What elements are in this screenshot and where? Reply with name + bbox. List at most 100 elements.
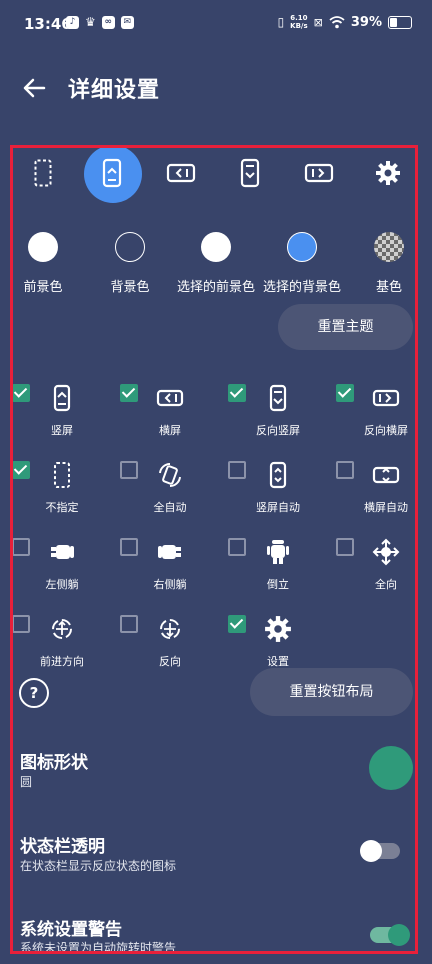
checkbox[interactable] (120, 384, 138, 402)
option-reverse-portrait[interactable]: 反向竖屏 (228, 378, 336, 438)
reset-theme-button[interactable]: 重置主题 (278, 304, 413, 350)
sim-icon: ⊠ (313, 15, 323, 29)
icon-shape-preview[interactable] (369, 746, 413, 790)
toggle-knob (360, 840, 382, 862)
option-forward-direction[interactable]: 前进方向 (12, 609, 120, 669)
checkbox[interactable] (12, 384, 30, 402)
orientation-tabs (0, 145, 432, 203)
reverse-landscape-icon (304, 163, 334, 183)
checkbox[interactable] (228, 384, 246, 402)
toggle-knob (388, 924, 410, 946)
landscape-icon (166, 163, 196, 183)
portrait-icon (102, 158, 122, 188)
tab-reverse-portrait[interactable] (222, 148, 278, 198)
page-title: 详细设置 (68, 78, 161, 103)
base-color-label: 基色 (375, 280, 403, 295)
option-omni[interactable]: 全向 (336, 532, 432, 592)
vibrate-icon: ▯ (277, 15, 285, 29)
option-reverse-landscape[interactable]: 反向横屏 (336, 378, 432, 438)
reverse-portrait-icon (240, 158, 260, 188)
battery-percent: 39% (350, 14, 382, 30)
checkbox[interactable] (12, 461, 30, 479)
selected-background-label: 选择的背景色 (262, 280, 342, 295)
statusbar-transparent-title: 状态栏透明 (20, 837, 105, 857)
gear-icon (376, 161, 400, 185)
selected-foreground-label: 选择的前景色 (176, 280, 256, 295)
system-warning-toggle[interactable] (370, 924, 410, 946)
tiktok-icon: ♪ (66, 16, 79, 29)
option-unspecified[interactable]: 不指定 (12, 455, 120, 515)
reset-layout-button[interactable]: 重置按钮布局 (250, 668, 413, 716)
base-color-swatch[interactable] (374, 232, 404, 262)
checkbox[interactable] (120, 615, 138, 633)
checkbox[interactable] (12, 538, 30, 556)
checkbox[interactable] (12, 615, 30, 633)
checkbox[interactable] (336, 461, 354, 479)
back-arrow-icon[interactable] (20, 74, 48, 102)
background-color-label: 背景色 (110, 280, 150, 295)
background-color-swatch[interactable] (115, 232, 145, 262)
app-bar: 详细设置 (0, 60, 432, 116)
option-lie-right[interactable]: 右侧躺 (120, 532, 228, 592)
checkbox[interactable] (120, 461, 138, 479)
system-warning-subtitle: 系统未设置为自动旋转时警告 (20, 941, 177, 955)
reverse-direction-icon (160, 619, 180, 639)
lie-left-icon (51, 545, 74, 559)
help-icon[interactable]: ? (19, 678, 49, 708)
checkbox[interactable] (120, 538, 138, 556)
unspecified-icon (54, 462, 70, 488)
option-landscape[interactable]: 横屏 (120, 378, 228, 438)
statusbar-transparent-subtitle: 在状态栏显示反应状态的图标 (20, 859, 177, 873)
option-full-auto[interactable]: 全自动 (120, 455, 228, 515)
gear-icon (265, 616, 291, 642)
option-reverse-direction[interactable]: 反向 (120, 609, 228, 669)
wifi-icon (329, 15, 345, 28)
headstand-icon (267, 540, 289, 564)
clock: 13:46 (24, 15, 72, 33)
selected-background-swatch[interactable] (287, 232, 317, 262)
app-icon: ∞ (101, 16, 115, 29)
portrait-auto-icon (269, 461, 287, 489)
system-icons: ▯ 6.10 KB/s ⊠ 39% (278, 14, 412, 30)
tab-landscape[interactable] (153, 148, 209, 198)
portrait-icon (53, 384, 71, 412)
tab-settings[interactable] (360, 148, 416, 198)
foreground-color-swatch[interactable] (28, 232, 58, 262)
full-auto-icon (159, 462, 181, 488)
tab-reverse-landscape[interactable] (291, 148, 347, 198)
color-settings: 前景色 背景色 选择的前景色 选择的背景色 基色 (0, 232, 432, 295)
landscape-auto-icon (372, 466, 400, 484)
checkbox[interactable] (228, 615, 246, 633)
omni-icon (372, 538, 400, 566)
checkbox[interactable] (336, 538, 354, 556)
selected-foreground-swatch[interactable] (201, 232, 231, 262)
option-landscape-auto[interactable]: 横屏自动 (336, 455, 432, 515)
checkbox[interactable] (228, 461, 246, 479)
option-lie-left[interactable]: 左侧躺 (12, 532, 120, 592)
icon-shape-title: 图标形状 (20, 753, 88, 773)
reverse-portrait-icon (269, 384, 287, 412)
checkbox[interactable] (336, 384, 354, 402)
unspecified-icon (34, 159, 52, 187)
crown-icon: ♛ (85, 15, 96, 29)
status-bar: 13:46 ♪ ♛ ∞ ✉ ▯ 6.10 KB/s ⊠ 39% (0, 0, 432, 52)
notification-icons: ♪ ♛ ∞ ✉ (66, 16, 134, 29)
landscape-icon (156, 389, 184, 407)
icon-shape-value: 圆 (20, 775, 33, 789)
forward-direction-icon (52, 619, 72, 639)
battery-icon (388, 15, 412, 29)
option-portrait[interactable]: 竖屏 (12, 378, 120, 438)
statusbar-transparent-toggle[interactable] (360, 840, 400, 862)
message-icon: ✉ (120, 16, 134, 29)
tab-unspecified[interactable] (15, 148, 71, 198)
option-settings[interactable]: 设置 (228, 609, 336, 669)
reverse-landscape-icon (372, 389, 400, 407)
option-headstand[interactable]: 倒立 (228, 532, 336, 592)
option-portrait-auto[interactable]: 竖屏自动 (228, 455, 336, 515)
net-speed: 6.10 KB/s (290, 14, 308, 30)
system-warning-title: 系统设置警告 (20, 920, 122, 940)
lie-right-icon (158, 545, 181, 559)
checkbox[interactable] (228, 538, 246, 556)
tab-portrait[interactable] (84, 145, 142, 203)
foreground-color-label: 前景色 (23, 280, 63, 295)
